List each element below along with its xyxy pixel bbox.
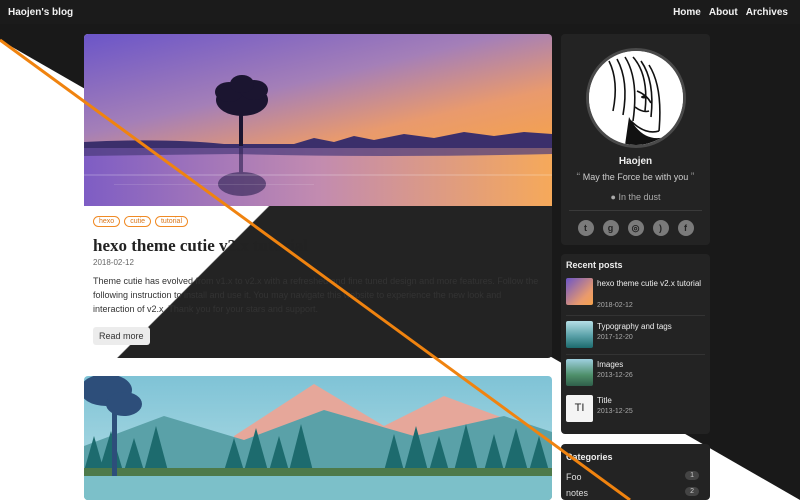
social-links: t g ◎ ) f [561,220,710,236]
post-cover-image[interactable] [84,34,552,206]
facebook-icon[interactable]: f [677,220,694,236]
post-title[interactable]: hexo theme cutie v2.x tutorial [93,236,308,256]
recent-post-title: Title [597,396,612,405]
nav-archives-link[interactable]: Archives [746,7,788,18]
recent-posts-title: Recent posts [566,260,623,270]
author-name: Haojen [618,156,653,167]
category-name: notes [566,488,589,498]
recent-post-date: 2018-02-12 [597,302,633,309]
categories-title: Categories [566,452,613,462]
read-more-button[interactable]: Read more [93,327,150,345]
author-motto: “ May the Force be with you ” [561,171,710,183]
recent-posts-card: Recent posts hexo theme cutie v2.x tutor… [561,254,710,434]
github-icon[interactable]: g [602,220,619,236]
tag-hexo[interactable]: hexo [93,216,121,227]
post-date: 2018-02-12 [93,258,134,267]
profile-card: Haojen “ May the Force be with you ” ● I… [561,34,710,245]
recent-post-item[interactable]: Typography and tags 2017-12-20 [566,321,705,351]
twitter-icon[interactable]: t [577,220,594,236]
top-navbar: Haojen's blog Home About Archives [0,0,800,24]
category-item[interactable]: Foo 1 [566,471,705,482]
post-excerpt: Theme cutie has evolved from v1.x to v2.… [93,276,539,314]
category-count: 2 [685,487,699,496]
recent-post-date: 2013-12-26 [597,372,633,379]
recent-post-item[interactable]: TI Title 2013-12-25 [566,395,705,425]
avatar[interactable] [586,48,686,148]
post-cover-image[interactable] [84,376,552,500]
post-card [84,376,552,500]
category-name: Foo [566,472,582,482]
recent-post-thumbnail [566,359,593,386]
quote-open-icon: “ [576,171,581,183]
tag-cutie[interactable]: cutie [124,216,151,227]
recent-post-title: Images [597,360,624,369]
nav-about-link[interactable]: About [709,7,738,18]
post-tags: hexo cutie tutorial [93,216,188,227]
recent-post-date: 2017-12-20 [597,334,633,341]
site-brand[interactable]: Haojen's blog [8,7,73,18]
categories-card: Categories Foo 1 notes 2 [561,444,710,500]
instagram-icon[interactable]: ◎ [627,220,644,236]
divider [566,354,705,355]
map-pin-icon: ● [610,192,616,202]
rss-icon[interactable]: ) [652,220,669,236]
recent-post-date: 2013-12-25 [597,408,633,415]
recent-post-title: Typography and tags [597,322,672,331]
motto-text: May the Force be with you [582,172,689,182]
recent-post-title: hexo theme cutie v2.x tutorial [597,279,702,288]
recent-post-item[interactable]: Images 2013-12-26 [566,359,705,389]
quote-close-icon: ” [690,171,695,183]
nav-home-link[interactable]: Home [673,7,701,18]
nav-links: Home About Archives [673,7,788,18]
location-text: In the dust [618,192,661,202]
recent-post-thumbnail: TI [566,395,593,422]
divider [566,315,705,316]
recent-post-thumbnail [566,321,593,348]
recent-post-thumbnail [566,278,593,305]
category-count: 1 [685,471,699,480]
recent-post-item[interactable]: hexo theme cutie v2.x tutorial 2018-02-1… [566,278,705,309]
author-location: ● In the dust [561,192,710,202]
divider [569,210,702,211]
category-item[interactable]: notes 2 [566,487,705,498]
tag-tutorial[interactable]: tutorial [154,216,188,227]
